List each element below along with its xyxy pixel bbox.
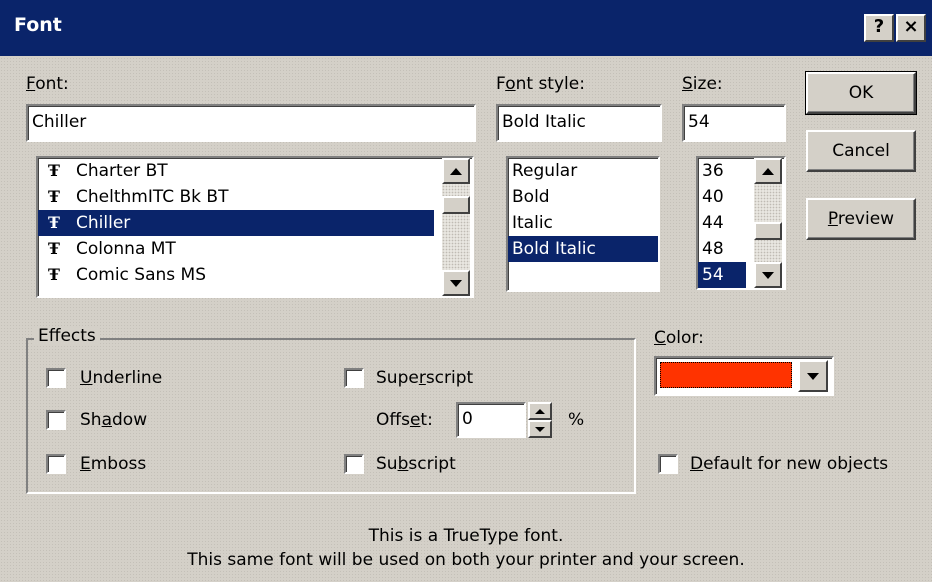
list-item[interactable]: Ŧ Colonna MT: [38, 236, 434, 262]
list-item-label: Bold Italic: [512, 239, 596, 259]
offset-label: Offset:: [376, 410, 433, 430]
list-item[interactable]: 44: [698, 210, 746, 236]
list-item[interactable]: 36: [698, 158, 746, 184]
chevron-down-icon: [807, 372, 819, 380]
arrow-up-icon: [762, 167, 774, 175]
list-item[interactable]: Regular: [508, 158, 658, 184]
size-list[interactable]: 36 40 44 48 54: [696, 156, 786, 290]
size-scroll-up-button[interactable]: [754, 158, 782, 184]
offset-up-button[interactable]: [528, 402, 552, 420]
superscript-checkbox[interactable]: [344, 368, 364, 388]
list-item-label: 54: [702, 265, 724, 285]
ok-button[interactable]: OK: [805, 71, 917, 115]
list-item[interactable]: Italic: [508, 210, 658, 236]
truetype-icon: Ŧ: [48, 161, 60, 180]
font-scroll-thumb[interactable]: [442, 196, 470, 214]
list-item[interactable]: Bold Italic: [508, 236, 658, 262]
font-style-list[interactable]: Regular Bold Italic Bold Italic: [506, 156, 660, 292]
list-item-label: Colonna MT: [76, 239, 176, 259]
size-list-scrollbar[interactable]: [754, 158, 782, 288]
effects-legend: Effects: [34, 326, 100, 346]
list-item[interactable]: Bold: [508, 184, 658, 210]
font-list-scrollbar[interactable]: [442, 158, 470, 296]
help-button[interactable]: ?: [864, 14, 894, 42]
cancel-button[interactable]: Cancel: [806, 130, 916, 172]
shadow-label: Shadow: [80, 410, 148, 430]
offset-down-button[interactable]: [528, 420, 552, 438]
color-dropdown-button[interactable]: [798, 360, 828, 392]
list-item[interactable]: Ŧ ChelthmITC Bk BT: [38, 184, 434, 210]
close-button[interactable]: ×: [896, 14, 926, 42]
list-item-label: 44: [702, 213, 724, 233]
underline-checkbox[interactable]: [46, 368, 66, 388]
font-scroll-down-button[interactable]: [442, 270, 470, 296]
font-style-label: Font style:: [496, 74, 585, 94]
size-label: Size:: [682, 74, 723, 94]
font-style-input[interactable]: Bold Italic: [496, 104, 662, 142]
subscript-checkbox[interactable]: [344, 454, 364, 474]
list-item[interactable]: 48: [698, 236, 746, 262]
window-title: Font: [14, 14, 62, 36]
default-checkbox[interactable]: [658, 454, 678, 474]
list-item[interactable]: Ŧ Comic Sans MS: [38, 262, 434, 288]
default-label: Default for new objects: [690, 454, 889, 474]
truetype-icon: Ŧ: [48, 239, 60, 258]
list-item-label: Regular: [512, 161, 578, 181]
superscript-label: Superscript: [376, 368, 474, 388]
list-item-label: ChelthmITC Bk BT: [76, 187, 229, 207]
font-dialog: Font ? × Font: Chiller Ŧ Charter BT Ŧ Chelt…: [0, 0, 932, 582]
underline-label: Underline: [80, 368, 163, 388]
list-item[interactable]: Ŧ Charter BT: [38, 158, 434, 184]
offset-spinner[interactable]: [528, 402, 552, 438]
size-scroll-thumb[interactable]: [754, 222, 782, 240]
list-item-label: Italic: [512, 213, 553, 233]
font-name-input[interactable]: Chiller: [26, 104, 476, 142]
list-item-label: Chiller: [76, 213, 131, 233]
color-swatch: [660, 362, 792, 388]
list-item[interactable]: 40: [698, 184, 746, 210]
subscript-label: Subscript: [376, 454, 456, 474]
list-item-label: 36: [702, 161, 724, 181]
color-label: Color:: [654, 328, 704, 348]
arrow-down-icon: [535, 426, 545, 432]
arrow-up-icon: [535, 408, 545, 414]
truetype-info: This is a TrueType font.: [368, 526, 564, 546]
size-input[interactable]: 54: [682, 104, 786, 142]
list-item-label: Comic Sans MS: [76, 265, 207, 285]
arrow-down-icon: [762, 271, 774, 279]
color-dropdown[interactable]: [654, 356, 834, 396]
offset-unit: %: [568, 410, 585, 430]
list-item-label: 48: [702, 239, 724, 259]
printer-screen-info: This same font will be used on both your…: [187, 550, 745, 570]
preview-button[interactable]: Preview: [806, 198, 916, 240]
list-item-label: 40: [702, 187, 724, 207]
truetype-icon: Ŧ: [48, 213, 60, 232]
size-scroll-down-button[interactable]: [754, 262, 782, 288]
list-item[interactable]: Ŧ Chiller: [38, 210, 434, 236]
truetype-icon: Ŧ: [48, 265, 60, 284]
offset-input[interactable]: 0: [456, 402, 526, 438]
list-item-label: Charter BT: [76, 161, 168, 181]
title-bar[interactable]: [0, 0, 932, 56]
emboss-label: Emboss: [80, 454, 147, 474]
font-scroll-up-button[interactable]: [442, 158, 470, 184]
arrow-down-icon: [450, 279, 462, 287]
truetype-icon: Ŧ: [48, 187, 60, 206]
shadow-checkbox[interactable]: [46, 410, 66, 430]
list-item[interactable]: 54: [698, 262, 746, 288]
arrow-up-icon: [450, 167, 462, 175]
font-label: Font:: [26, 74, 69, 94]
list-item-label: Bold: [512, 187, 550, 207]
emboss-checkbox[interactable]: [46, 454, 66, 474]
font-list[interactable]: Ŧ Charter BT Ŧ ChelthmITC Bk BT Ŧ Chiller Ŧ Col…: [36, 156, 474, 298]
